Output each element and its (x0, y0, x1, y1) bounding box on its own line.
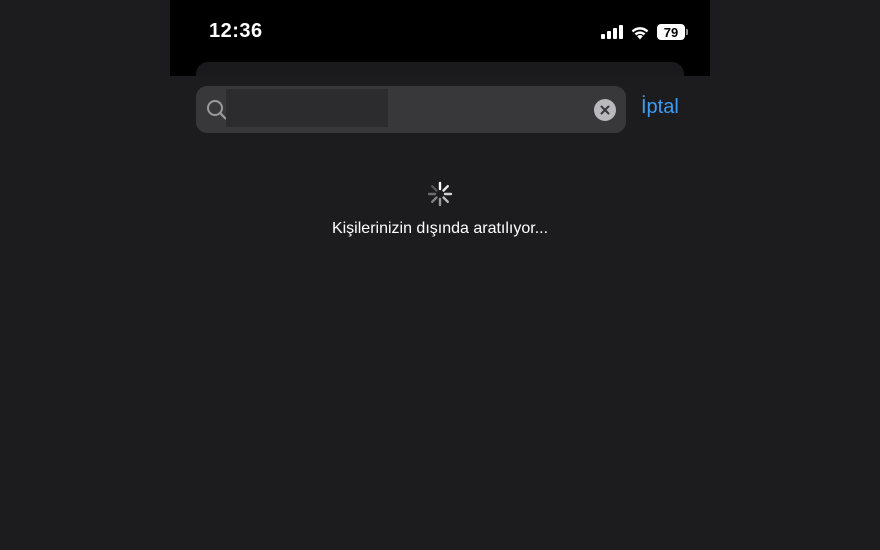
search-icon (207, 100, 227, 120)
cellular-signal-icon (601, 25, 623, 39)
search-sheet: İptal Kişilerinizin dışında aratılıyor..… (170, 76, 710, 550)
battery-level: 79 (657, 24, 685, 40)
clear-search-button[interactable] (594, 99, 616, 121)
status-icons: 79 (601, 22, 688, 42)
screen: 12:36 79 İptal Kişilerinizin dışında ara… (0, 0, 880, 550)
activity-spinner-icon (427, 181, 453, 207)
search-input[interactable] (196, 86, 626, 133)
wifi-icon (631, 26, 649, 39)
cancel-button[interactable]: İptal (641, 96, 679, 119)
search-query-redacted (226, 89, 388, 127)
battery-icon: 79 (657, 24, 688, 40)
battery-cap (686, 29, 688, 35)
status-time: 12:36 (209, 20, 263, 42)
clear-x-icon (600, 105, 610, 115)
phone-screen: 12:36 79 İptal Kişilerinizin dışında ara… (170, 0, 710, 550)
loading-message: Kişilerinizin dışında aratılıyor... (331, 220, 549, 237)
